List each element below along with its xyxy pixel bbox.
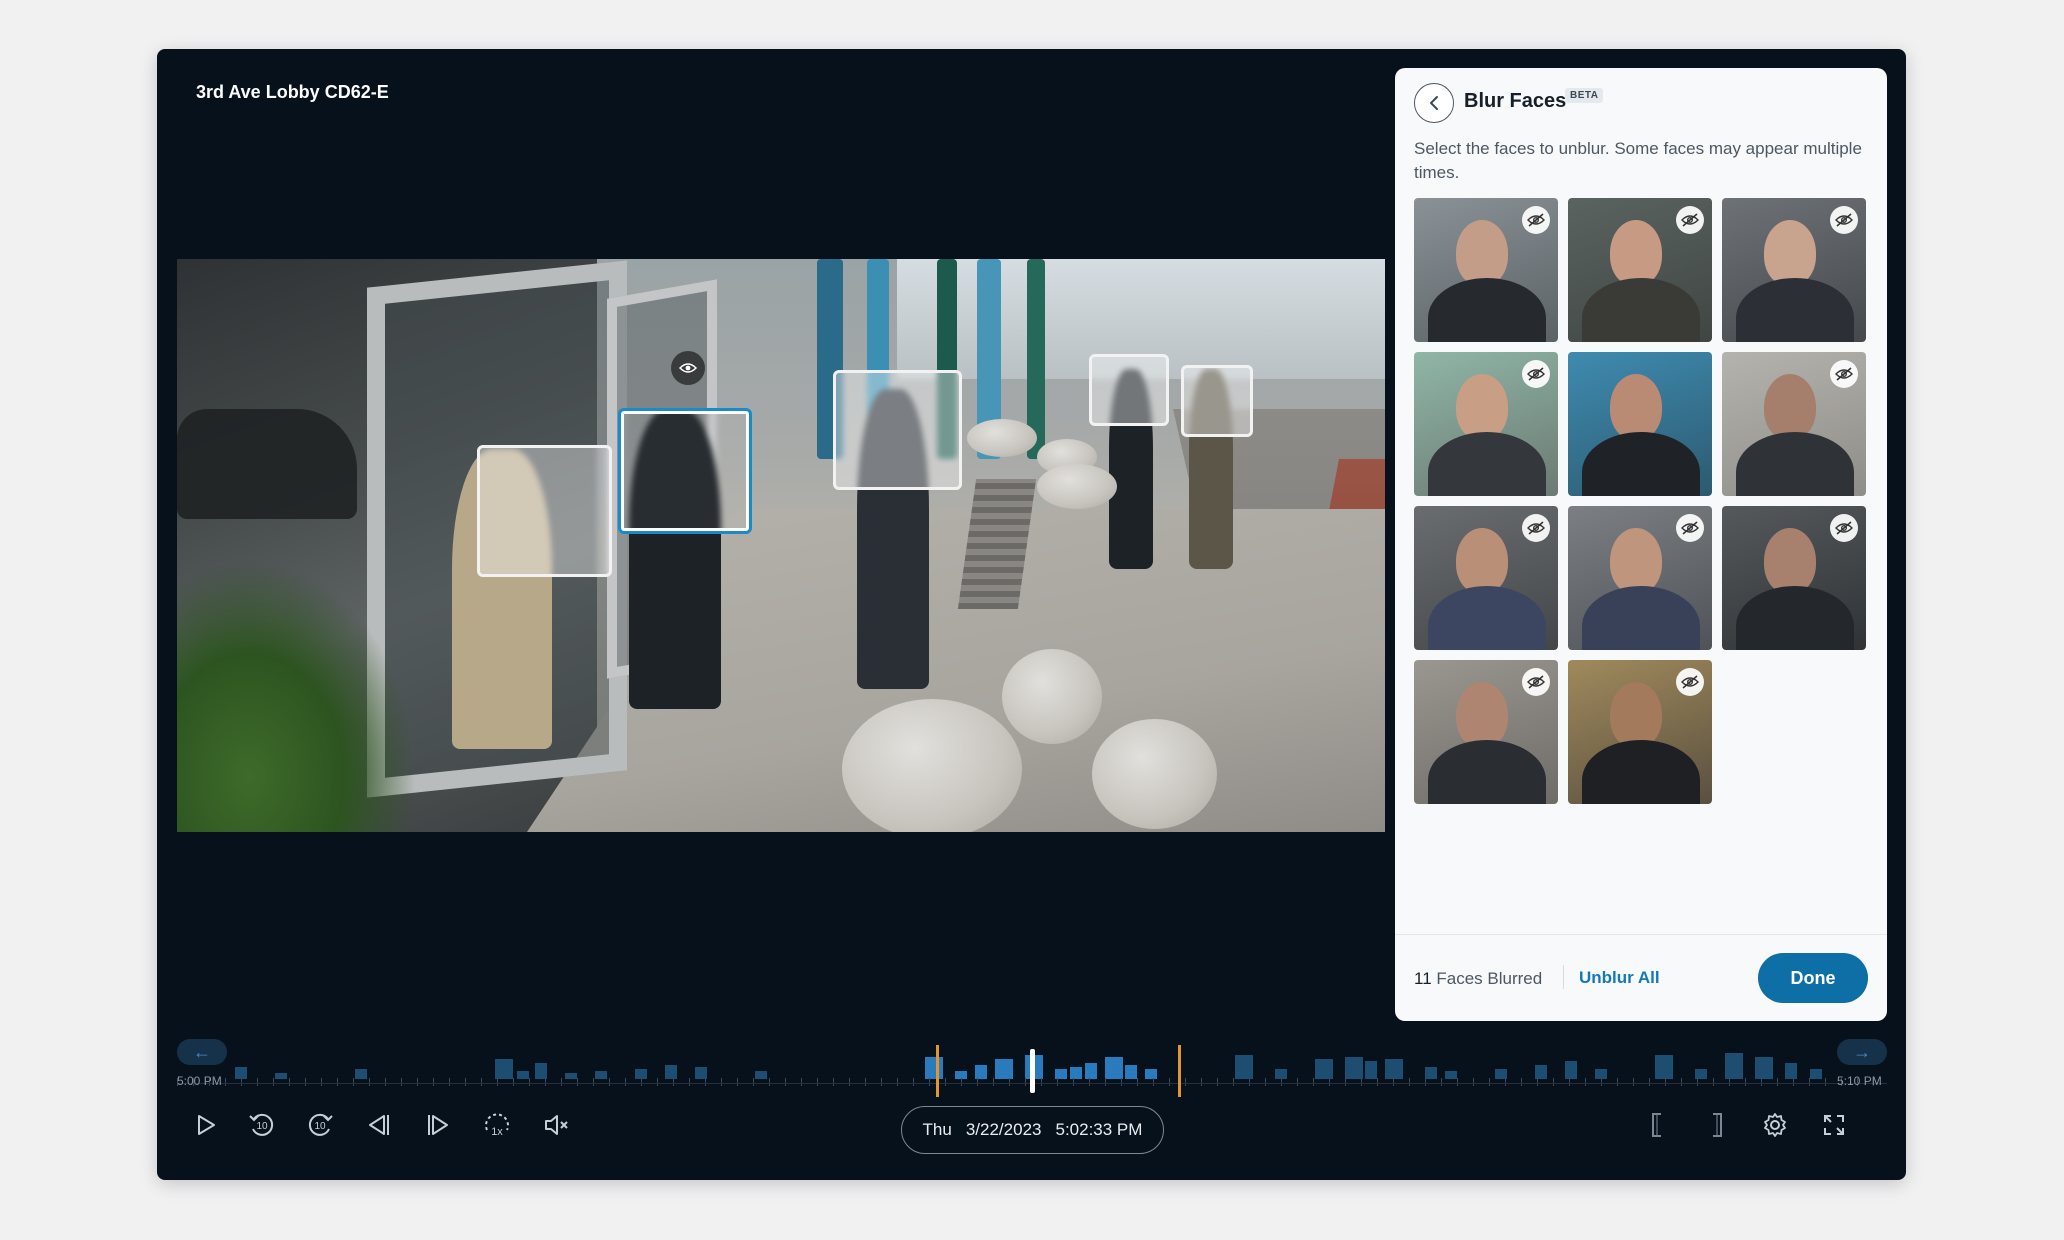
faces-blurred-count: 11 Faces Blurred [1414,969,1543,988]
speed-icon: 1x [485,1113,509,1138]
face-thumbnail[interactable] [1568,660,1712,804]
previous-frame-button[interactable] [362,1108,396,1142]
unblur-all-button[interactable]: Unblur All [1579,968,1660,988]
gear-icon [1764,1113,1786,1137]
face-blur-box[interactable] [1181,365,1253,437]
face-thumbnail[interactable] [1722,198,1866,342]
activity-bar [1315,1059,1333,1079]
activity-bar [665,1065,677,1079]
eye-slash-icon[interactable] [1830,514,1858,542]
next-frame-button[interactable] [421,1108,455,1142]
activity-bar [1085,1063,1097,1079]
eye-slash-icon[interactable] [1522,668,1550,696]
bracket-right-icon [1713,1113,1722,1137]
clip-end-marker[interactable] [1178,1045,1181,1097]
playhead[interactable] [1030,1049,1035,1093]
face-blur-box[interactable] [1089,354,1169,426]
panel-title: Blur Faces [1464,90,1567,112]
activity-bar [1565,1061,1577,1079]
panel-description: Select the faces to unblur. Some faces m… [1414,139,1862,182]
activity-bar [1235,1055,1253,1079]
volume-muted-icon [545,1115,568,1135]
playback-speed-button[interactable]: 1x [480,1108,514,1142]
activity-bar [1725,1053,1743,1079]
eye-slash-icon[interactable] [1830,206,1858,234]
back-button[interactable] [1414,83,1454,123]
face-thumbnail[interactable] [1722,352,1866,496]
video-player-window: 3rd Ave Lobby CD62-E Blur Faces BETA Sel… [157,49,1906,1180]
face-thumbnail[interactable] [1414,506,1558,650]
current-day: Thu [922,1120,952,1139]
current-datetime[interactable]: Thu 3/22/2023 5:02:33 PM [901,1106,1164,1154]
activity-bar [1535,1065,1547,1079]
activity-bar [1785,1063,1797,1079]
fullscreen-button[interactable] [1817,1108,1851,1142]
face-thumbnail[interactable] [1414,352,1558,496]
clip-start-marker[interactable] [936,1045,939,1097]
step-forward-icon [428,1115,448,1135]
timeline-end-label: 5:10 PM [1837,1074,1882,1088]
timeline-start-label: 5:00 PM [177,1074,222,1088]
activity-bar [1755,1057,1773,1079]
camera-title: 3rd Ave Lobby CD62-E [196,82,389,102]
activity-bar [1385,1059,1403,1079]
current-date: 3/22/2023 [965,1120,1042,1139]
eye-slash-icon[interactable] [1676,206,1704,234]
forward-10-button[interactable]: 10 [303,1108,337,1142]
face-thumbnail[interactable] [1414,198,1558,342]
face-thumbnail[interactable] [1568,506,1712,650]
svg-text:1x: 1x [491,1126,503,1138]
face-thumbnail[interactable] [1568,198,1712,342]
eye-slash-icon[interactable] [1522,206,1550,234]
set-clip-end-button[interactable] [1699,1108,1733,1142]
done-button[interactable]: Done [1758,953,1868,1003]
eye-icon [671,351,705,385]
activity-bar [1125,1065,1137,1079]
face-thumbnail[interactable] [1414,660,1558,804]
activity-bar [1105,1057,1123,1079]
beta-badge: BETA [1565,88,1604,103]
face-blur-box[interactable] [833,370,962,490]
forward-icon: 10 [308,1113,333,1136]
blur-faces-panel: Blur Faces BETA Select the faces to unbl… [1395,68,1887,1021]
activity-bar [1345,1057,1363,1079]
play-icon [198,1115,215,1135]
divider [1563,965,1564,989]
eye-slash-icon[interactable] [1830,360,1858,388]
timeline-forward-button[interactable]: → [1837,1039,1887,1065]
play-button[interactable] [189,1108,223,1142]
timeline-back-button[interactable]: ← [177,1039,227,1065]
settings-button[interactable] [1758,1108,1792,1142]
face-thumbnail-unblurred[interactable] [1568,352,1712,496]
eye-slash-icon[interactable] [1522,360,1550,388]
chevron-left-icon [1430,96,1438,110]
face-blur-box[interactable] [477,445,612,577]
face-thumbnail[interactable] [1722,506,1866,650]
eye-slash-icon[interactable] [1676,514,1704,542]
current-time: 5:02:33 PM [1055,1120,1143,1139]
activity-bar [495,1059,513,1079]
mute-button[interactable] [540,1108,574,1142]
expand-icon [1824,1115,1844,1135]
svg-text:10: 10 [256,1121,268,1132]
video-frame[interactable] [177,259,1385,832]
bracket-left-icon [1652,1113,1661,1137]
eye-slash-icon[interactable] [1522,514,1550,542]
svg-text:10: 10 [314,1121,326,1132]
activity-bar [1365,1061,1377,1079]
rewind-10-button[interactable]: 10 [245,1108,279,1142]
activity-bar [535,1063,547,1079]
face-unblurred-box[interactable] [618,408,752,534]
set-clip-start-button[interactable] [1641,1108,1675,1142]
activity-bar [975,1065,987,1079]
activity-bar [925,1057,943,1079]
faces-grid [1414,198,1870,804]
step-back-icon [369,1115,389,1135]
activity-bar [995,1059,1013,1079]
eye-slash-icon[interactable] [1676,668,1704,696]
panel-footer: 11 Faces Blurred Unblur All Done [1395,934,1887,1021]
activity-bar [1655,1055,1673,1079]
rewind-icon: 10 [249,1113,274,1136]
